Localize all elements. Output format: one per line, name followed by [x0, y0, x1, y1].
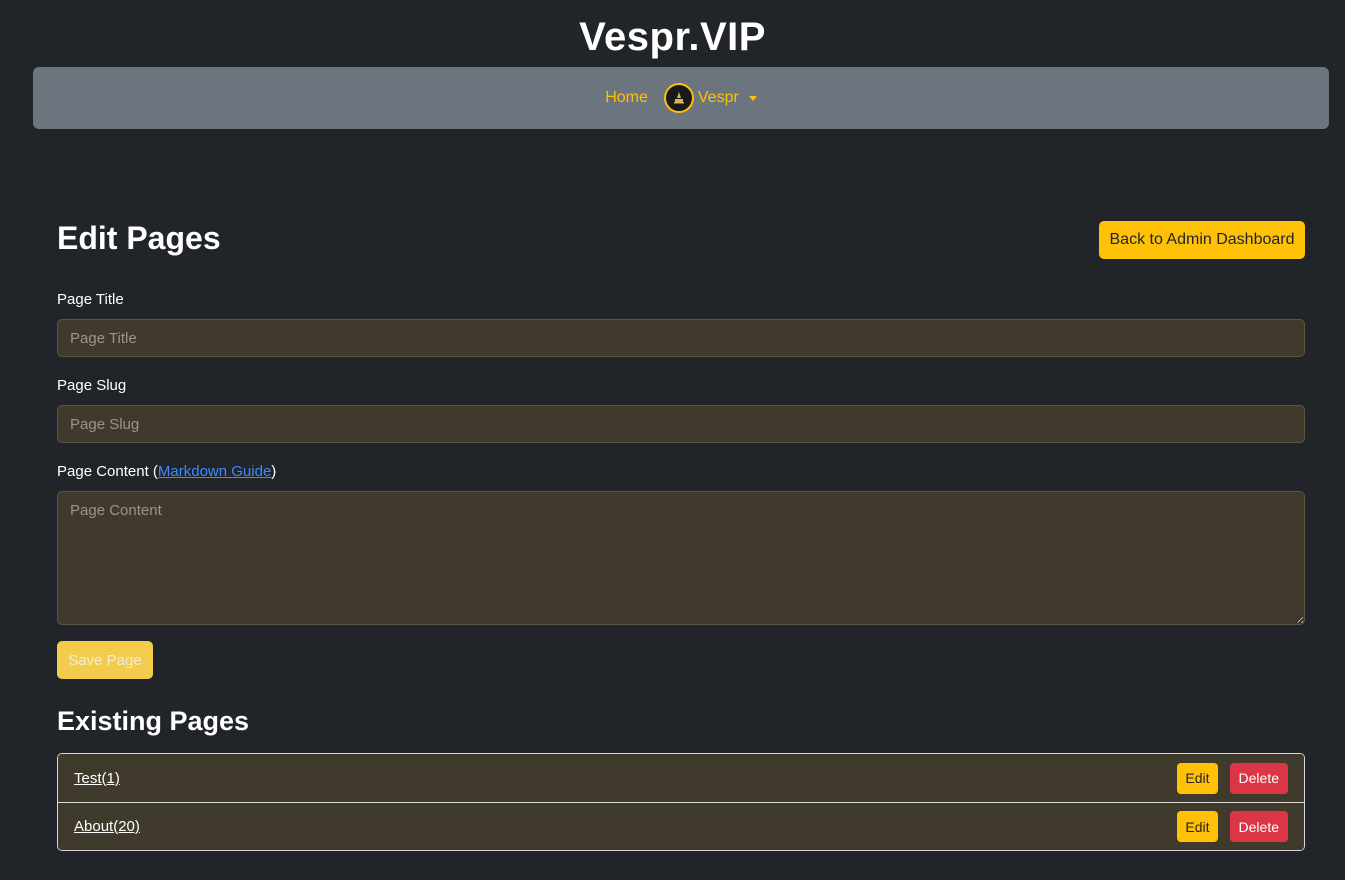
user-name: Vespr: [697, 89, 739, 106]
row-actions: Edit Delete: [1177, 811, 1288, 842]
existing-pages-list: Test(1) Edit Delete About(20) Edit Delet…: [57, 753, 1305, 851]
existing-pages-heading: Existing Pages: [57, 706, 250, 736]
edit-button[interactable]: Edit: [1177, 811, 1218, 842]
page-content-label-close: ): [271, 463, 277, 480]
list-item: About(20) Edit Delete: [58, 802, 1304, 850]
row-actions: Edit Delete: [1177, 762, 1288, 794]
page-slug-label: Page Slug: [57, 377, 127, 394]
chevron-down-icon: [748, 95, 757, 101]
page-content-label-text: Page Content (: [57, 463, 158, 480]
list-item: Test(1) Edit Delete: [58, 754, 1304, 802]
page-title: Edit Pages: [57, 220, 221, 256]
page-title-input[interactable]: [57, 319, 1305, 357]
nav-home-link[interactable]: Home: [605, 89, 648, 107]
page-link[interactable]: Test(1): [74, 770, 120, 787]
delete-button[interactable]: Delete: [1229, 811, 1288, 842]
user-dropdown[interactable]: Vespr: [663, 83, 757, 113]
markdown-guide-link[interactable]: Markdown Guide: [158, 463, 271, 480]
edit-button[interactable]: Edit: [1177, 762, 1218, 794]
candle-logo-svg: [673, 92, 684, 104]
page-content-label: Page Content (Markdown Guide): [57, 462, 276, 482]
delete-button[interactable]: Delete: [1229, 762, 1288, 794]
save-page-button[interactable]: Save Page: [57, 641, 153, 679]
main-navbar: Home Vespr: [33, 67, 1329, 129]
page-title-label: Page Title: [57, 291, 124, 308]
back-to-dashboard-button[interactable]: Back to Admin Dashboard: [1099, 221, 1305, 259]
site-title: Vespr.VIP: [579, 15, 766, 59]
page-link[interactable]: About(20): [74, 818, 140, 835]
page-slug-input[interactable]: [57, 405, 1305, 443]
page-content-textarea[interactable]: [57, 491, 1305, 625]
candle-logo-icon: [663, 83, 694, 113]
